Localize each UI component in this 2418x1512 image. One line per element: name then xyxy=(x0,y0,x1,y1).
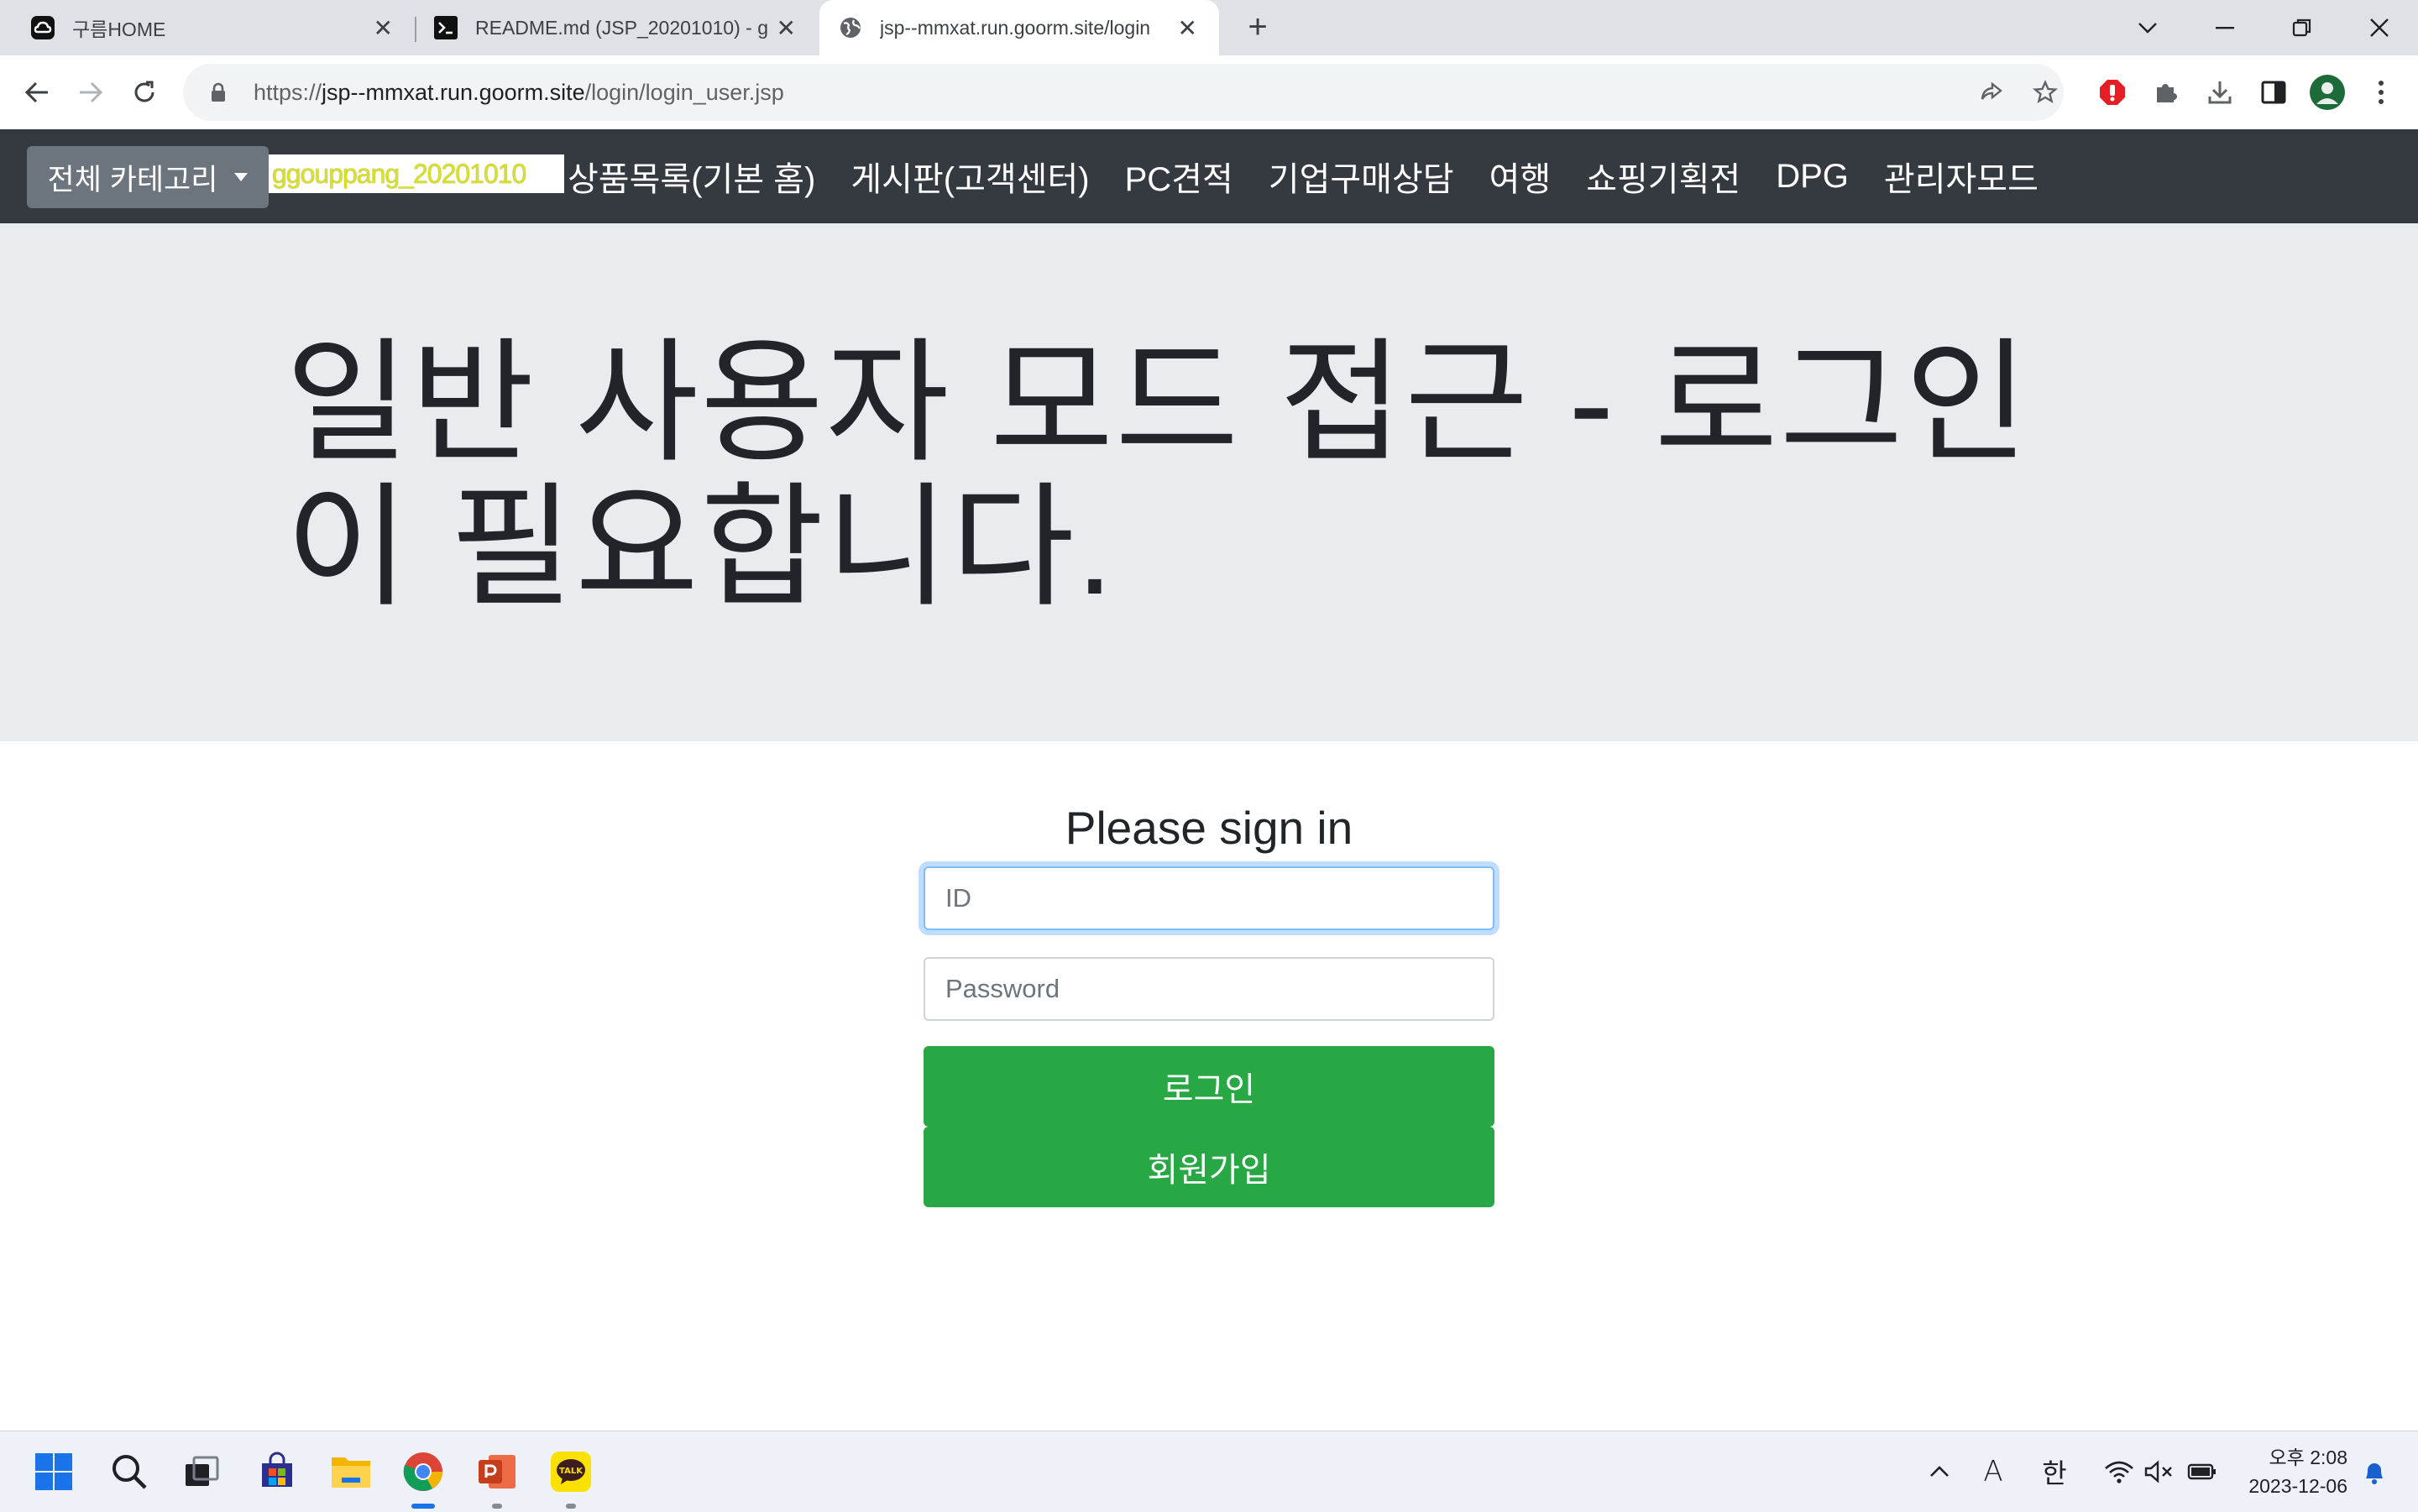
close-window-icon[interactable] xyxy=(2346,0,2413,55)
login-button[interactable]: 로그인 xyxy=(924,1046,1494,1127)
caret-down-icon xyxy=(234,173,249,181)
url-scheme: https:// xyxy=(254,79,322,105)
share-icon[interactable] xyxy=(1975,76,2008,109)
nav-link-corporate[interactable]: 기업구매상담 xyxy=(1269,152,1454,201)
nav-link-pc-quote[interactable]: PC견적 xyxy=(1125,152,1233,201)
nav-link-products[interactable]: 상품목록(기본 홈) xyxy=(568,152,815,201)
nav-link-board[interactable]: 게시판(고객센터) xyxy=(850,152,1089,201)
back-icon[interactable] xyxy=(18,74,55,111)
clock-time: 오후 2:08 xyxy=(2269,1447,2347,1468)
wifi-icon[interactable] xyxy=(2101,1452,2138,1492)
kebab-menu-icon[interactable] xyxy=(2363,74,2400,111)
profile-avatar[interactable] xyxy=(2309,74,2346,111)
task-view-icon[interactable] xyxy=(178,1448,225,1495)
lock-icon[interactable] xyxy=(202,82,235,102)
ime-language-indicator[interactable]: 한 xyxy=(2035,1452,2074,1492)
notification-bell-icon[interactable] xyxy=(2356,1452,2393,1492)
browser-toolbar: https://jsp--mmxat.run.goorm.site/login/… xyxy=(0,55,2418,130)
password-input[interactable] xyxy=(924,957,1494,1021)
category-dropdown-button[interactable]: 전체 카테고리 xyxy=(27,146,269,208)
category-dropdown-label: 전체 카테고리 xyxy=(47,163,218,196)
running-app-indicator xyxy=(492,1504,502,1509)
extensions-puzzle-icon[interactable] xyxy=(2148,74,2185,111)
login-button-wrapper: 로그인 xyxy=(924,1033,1494,1127)
active-app-indicator xyxy=(411,1504,435,1509)
signin-form: Please sign in 로그인 회원가입 xyxy=(924,789,1494,1207)
register-button[interactable]: 회원가입 xyxy=(924,1127,1494,1207)
nav-link-dpg[interactable]: DPG xyxy=(1776,158,1849,196)
close-icon[interactable]: ✕ xyxy=(1178,14,1197,42)
signin-heading: Please sign in xyxy=(1065,802,1353,854)
running-app-indicator xyxy=(566,1504,576,1509)
browser-tab-goorm-home[interactable]: 구름HOME ✕ xyxy=(0,0,415,55)
tab-title: README.md (JSP_20201010) - g xyxy=(475,16,768,39)
bookmark-star-icon[interactable] xyxy=(2028,76,2062,109)
close-icon[interactable]: ✕ xyxy=(777,14,796,42)
globe-icon xyxy=(838,15,863,40)
close-icon[interactable]: ✕ xyxy=(374,14,393,42)
side-panel-icon[interactable] xyxy=(2255,74,2292,111)
tab-title: 구름HOME xyxy=(72,18,166,40)
adblock-extension-icon[interactable] xyxy=(2094,74,2131,111)
nav-links: 상품목록(기본 홈) 게시판(고객센터) PC견적 기업구매상담 여행 쇼핑기획… xyxy=(568,129,2074,223)
terminal-icon xyxy=(433,15,458,40)
start-icon[interactable] xyxy=(30,1448,77,1495)
tab-title: jsp--mmxat.run.goorm.site/login xyxy=(880,16,1151,39)
svg-text:TALK: TALK xyxy=(559,1467,584,1476)
url-path: /login/login_user.jsp xyxy=(584,79,784,105)
battery-icon[interactable] xyxy=(2183,1452,2222,1492)
nav-link-travel[interactable]: 여행 xyxy=(1489,152,1552,201)
browser-tab-strip: 구름HOME ✕ README.md (JSP_20201010) - g ✕ … xyxy=(0,0,2418,55)
id-input[interactable] xyxy=(924,866,1494,930)
clock-date: 2023-12-06 xyxy=(2248,1475,2347,1497)
url-host: jsp--mmxat.run.goorm.site xyxy=(322,79,585,105)
tray-overflow-chevron-icon[interactable] xyxy=(1923,1452,1956,1492)
minimize-icon[interactable] xyxy=(2191,0,2258,55)
file-explorer-icon[interactable] xyxy=(327,1448,374,1495)
browser-tab-readme[interactable]: README.md (JSP_20201010) - g ✕ xyxy=(416,0,818,55)
windows-taskbar: TALK A 한 오후 2:08 2023-12-06 xyxy=(0,1431,2418,1512)
speaker-muted-icon[interactable] xyxy=(2141,1452,2178,1492)
site-navbar: 전체 카테고리 ggouppang_20201010 상품목록(기본 홈) 게시… xyxy=(0,129,2418,223)
url-text: https://jsp--mmxat.run.goorm.site/login/… xyxy=(254,80,784,106)
system-clock[interactable]: 오후 2:08 2023-12-06 xyxy=(2237,1443,2347,1500)
jumbotron: 일반 사용자 모드 접근 - 로그인이 필요합니다. xyxy=(0,223,2418,741)
chrome-icon[interactable] xyxy=(400,1448,447,1495)
reload-icon[interactable] xyxy=(126,74,163,111)
search-icon[interactable] xyxy=(106,1448,153,1495)
goorm-cloud-icon xyxy=(30,15,55,40)
address-bar[interactable]: https://jsp--mmxat.run.goorm.site/login/… xyxy=(183,64,2064,121)
id-field-wrapper xyxy=(924,866,1494,942)
page-title: 일반 사용자 모드 접근 - 로그인이 필요합니다. xyxy=(285,327,2030,622)
nav-link-shopping-event[interactable]: 쇼핑기획전 xyxy=(1586,152,1740,201)
restore-icon[interactable] xyxy=(2269,0,2336,55)
forward-icon[interactable] xyxy=(72,74,109,111)
store-icon[interactable] xyxy=(254,1448,301,1495)
password-field-wrapper xyxy=(924,942,1494,1033)
tab-search-chevron-icon[interactable] xyxy=(2114,0,2181,55)
new-tab-icon[interactable]: + xyxy=(1241,10,1274,44)
browser-tab-login-active[interactable]: jsp--mmxat.run.goorm.site/login ✕ xyxy=(819,0,1219,55)
ime-mode-indicator[interactable]: A xyxy=(1975,1452,2012,1492)
nav-link-admin[interactable]: 관리자모드 xyxy=(1884,152,2039,201)
brand-logo[interactable]: ggouppang_20201010 xyxy=(269,154,564,193)
download-icon[interactable] xyxy=(2201,74,2238,111)
powerpoint-icon[interactable] xyxy=(474,1448,521,1495)
kakaotalk-icon[interactable]: TALK xyxy=(547,1448,594,1495)
